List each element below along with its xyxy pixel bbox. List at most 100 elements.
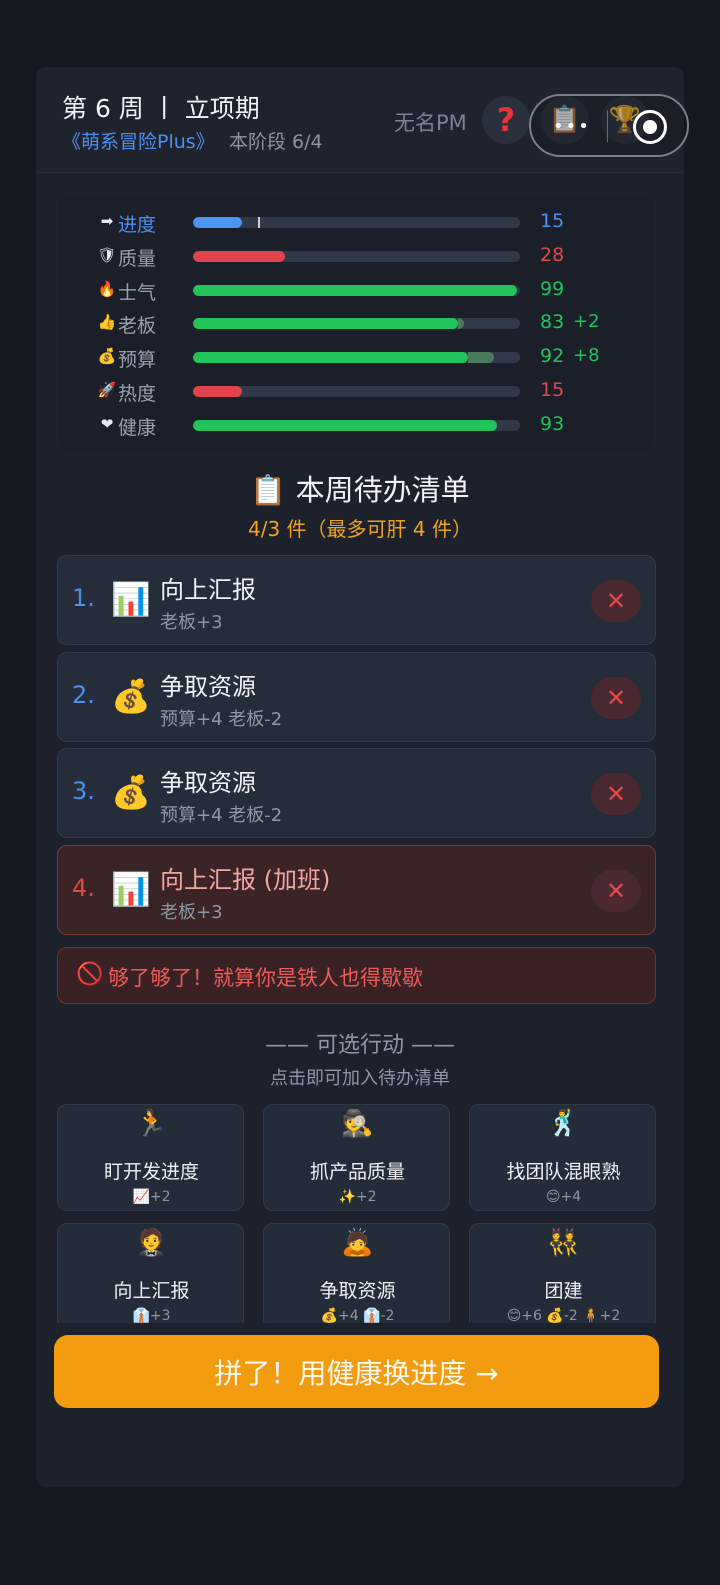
- action-name: 盯开发进度: [103, 1161, 199, 1183]
- stat-row: 🚀 热度 15: [58, 377, 654, 407]
- stat-bar: [193, 250, 520, 262]
- stat-bar: [193, 419, 520, 431]
- todo-title: 📋 本周待办清单: [250, 473, 470, 507]
- stat-value: 92: [540, 345, 565, 368]
- todo-item: 1. 📊 向上汇报 老板+3 ✕: [57, 555, 656, 645]
- prohibited-icon: 🚫: [76, 962, 104, 987]
- todo-item-effect: 预算+4 老板-2: [160, 805, 283, 826]
- stat-bar: [193, 386, 520, 397]
- help-button[interactable]: ?: [482, 96, 530, 144]
- action-icon: 🕵: [341, 1109, 374, 1139]
- todo-item-icon: 💰: [111, 676, 151, 715]
- optional-actions-title: —— 可选行动 ——: [265, 1033, 455, 1058]
- remove-todo-button[interactable]: ✕: [591, 869, 641, 912]
- stat-value: 93: [540, 412, 565, 435]
- todo-item-icon: 💰: [111, 773, 151, 811]
- stat-row: 🛡 质量 28: [58, 242, 654, 272]
- remove-todo-button[interactable]: ✕: [591, 580, 641, 622]
- stat-row: 🔥 士气 99: [58, 276, 654, 306]
- stat-label: 热度: [118, 383, 157, 405]
- stat-delta: +2: [573, 311, 600, 333]
- stat-value: 83: [540, 311, 565, 334]
- optional-action-card[interactable]: 🙇 争取资源 💰+4 👔-2: [263, 1223, 450, 1323]
- stage-progress: 本阶段 6/4: [229, 131, 323, 153]
- action-name: 抓产品质量: [309, 1161, 405, 1183]
- stat-icon: ➡: [100, 212, 114, 230]
- stat-bar-fill: [193, 250, 285, 262]
- warning-text: 够了够了！就算你是铁人也得歇歇: [108, 966, 423, 990]
- stat-bar-gain: [467, 352, 494, 364]
- optional-action-card[interactable]: 🕺 找团队混眼熟 😊+4: [469, 1104, 656, 1211]
- stat-value: 15: [540, 210, 565, 232]
- optional-action-card[interactable]: 🤵 向上汇报 👔+3: [57, 1223, 244, 1323]
- action-effect: 💰+4 👔-2: [320, 1308, 395, 1323]
- stat-icon: 🔥: [97, 279, 117, 298]
- todo-item: 2. 💰 争取资源预算+4 老板-2 ✕: [57, 651, 656, 742]
- action-effect: 📈+2: [132, 1189, 171, 1205]
- stat-label: 质量: [118, 247, 157, 270]
- close-target-icon[interactable]: [633, 110, 667, 144]
- stat-label: 士气: [118, 281, 157, 304]
- todo-item-name: 向上汇报: [160, 576, 256, 604]
- todo-item-number: 2.: [72, 680, 95, 709]
- stat-icon: 🚀: [97, 381, 117, 399]
- stat-value: 28: [540, 243, 565, 266]
- more-icon[interactable]: •••: [553, 116, 591, 137]
- stat-bar: [193, 217, 520, 228]
- stat-bar-gain: [457, 318, 465, 330]
- stat-label: 预算: [118, 349, 157, 372]
- stat-label: 老板: [118, 315, 157, 338]
- stat-row: 👍 老板 83 +2: [58, 309, 654, 339]
- todo-item: 3. 💰 争取资源预算+4 老板-2 ✕: [57, 748, 656, 838]
- stat-bar-fill: [193, 419, 498, 431]
- stat-icon: ❤: [100, 414, 114, 433]
- todo-item-name: 争取资源: [160, 769, 256, 797]
- optional-action-card[interactable]: 👯 团建 😊+6 💰-2 🧍+2: [469, 1223, 656, 1323]
- optional-actions-hint: 点击即可加入待办清单: [270, 1068, 450, 1089]
- game-name-link[interactable]: 《萌系冒险Plus》: [62, 127, 215, 154]
- game-panel: 第 6 周 丨 立项期 《萌系冒险Plus》 本阶段 6/4 无名PM ? 📋 …: [36, 67, 684, 1487]
- todo-item: 4. 📊 向上汇报 (加班) 老板+3 ✕: [57, 844, 656, 935]
- remove-todo-button[interactable]: ✕: [591, 773, 641, 815]
- optional-action-card[interactable]: 🏃 盯开发进度 📈+2: [57, 1104, 244, 1211]
- mini-program-capsule: •••: [529, 94, 689, 157]
- action-icon: 🙇: [341, 1228, 374, 1258]
- todo-item-number: 3.: [72, 777, 95, 805]
- stat-label: 进度: [118, 214, 157, 236]
- action-effect: 😊+4: [545, 1189, 582, 1205]
- warning-banner: 🚫 够了够了！就算你是铁人也得歇歇: [57, 947, 656, 1004]
- stat-bar-fill: [193, 217, 243, 228]
- stat-bar: [193, 352, 520, 364]
- stat-bar: [193, 284, 520, 296]
- action-name: 向上汇报: [113, 1280, 190, 1302]
- stats-panel: ➡ 进度 15 🛡 质量 28 🔥 士气 99 👍 老板 83 +2 💰 预算 92 +8 🚀 热度 15 ❤ 健康 93: [58, 194, 654, 451]
- stat-icon: 👍: [97, 313, 117, 332]
- action-icon: 🕺: [547, 1109, 580, 1139]
- remove-todo-button[interactable]: ✕: [591, 676, 641, 719]
- todo-item-effect: 预算+4 老板-2: [160, 708, 283, 730]
- todo-item-number: 4.: [72, 873, 95, 902]
- optional-action-card[interactable]: 🕵 抓产品质量 ✨+2: [263, 1104, 450, 1211]
- stat-bar-target-marker: [258, 217, 261, 228]
- stat-delta: +8: [573, 345, 600, 367]
- todo-item-number: 1.: [72, 584, 95, 612]
- action-icon: 🏃: [135, 1109, 168, 1139]
- todo-count: 4/3 件（最多可肝 4 件）: [248, 517, 472, 541]
- capsule-divider: [607, 110, 608, 142]
- stat-value: 15: [540, 379, 565, 401]
- action-effect: 😊+6 💰-2 🧍+2: [506, 1308, 621, 1323]
- player-name: 无名PM: [394, 111, 467, 135]
- action-icon: 👯: [547, 1228, 580, 1258]
- confirm-overtime-button[interactable]: 拼了！用健康换进度 →: [54, 1335, 659, 1408]
- optional-actions-grid: 🏃 盯开发进度 📈+2 🕵 抓产品质量 ✨+2 🕺 找团队混眼熟 😊+4 🤵 向上汇报 👔+3 🙇 争取资…: [36, 1097, 684, 1323]
- stat-bar-fill: [193, 352, 468, 364]
- todo-item-effect: 老板+3: [160, 612, 223, 633]
- action-effect: 👔+3: [132, 1308, 171, 1323]
- week-title: 第 6 周 丨 立项期: [62, 94, 260, 123]
- stat-value: 99: [540, 277, 565, 300]
- stat-row: ❤ 健康 93: [58, 411, 654, 441]
- todo-item-name: 争取资源: [160, 672, 256, 701]
- stat-bar: [193, 318, 520, 330]
- stat-icon: 💰: [97, 347, 117, 366]
- action-name: 争取资源: [319, 1280, 396, 1302]
